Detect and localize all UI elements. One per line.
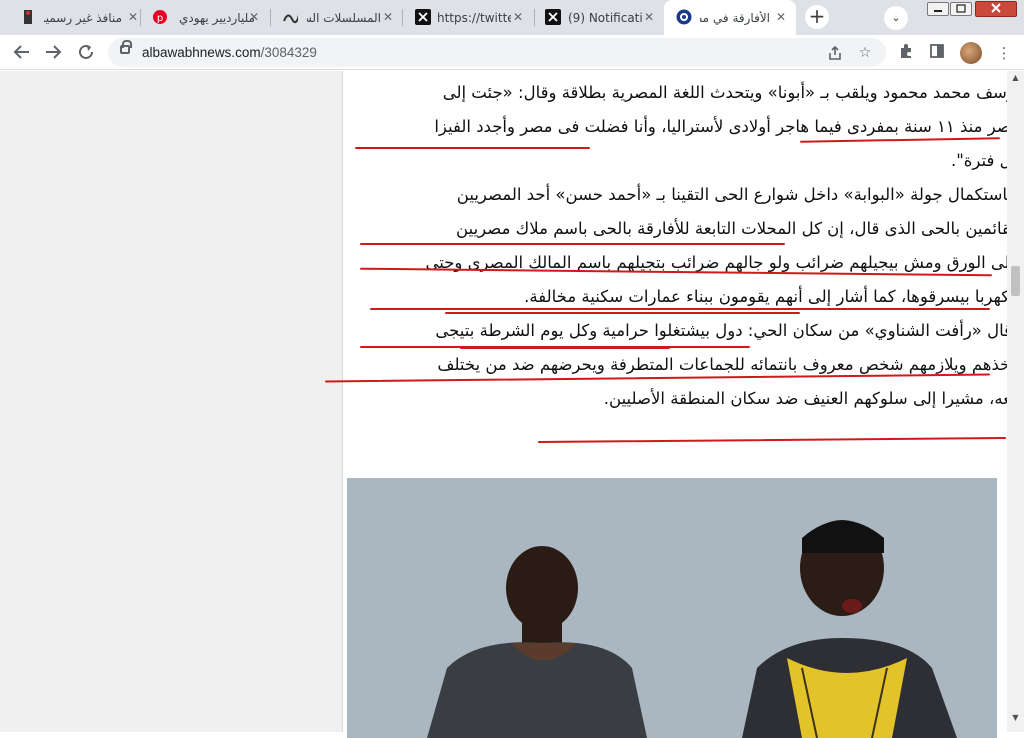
x-logo-icon bbox=[545, 9, 561, 25]
tab-title: مليارديير يهودي يـ bbox=[177, 10, 255, 25]
reload-button[interactable] bbox=[73, 39, 99, 65]
profile-avatar[interactable] bbox=[960, 42, 982, 64]
arrow-left-icon bbox=[13, 45, 29, 59]
red-underline bbox=[360, 243, 785, 245]
reload-icon bbox=[79, 44, 93, 59]
article-body: يوسف محمد محمود ويلقب بـ «أبونا» ويتحدث … bbox=[370, 76, 1020, 416]
site-logo-icon bbox=[282, 9, 298, 25]
url-host: albawabhnews.com bbox=[142, 45, 261, 60]
tab-africans-in-egypt[interactable]: الأفارقة في مصر ✕ bbox=[664, 0, 796, 35]
close-icon[interactable]: ✕ bbox=[128, 10, 138, 24]
tab-notifications[interactable]: (9) Notificati ✕ bbox=[535, 0, 663, 35]
browser-toolbar: albawabhnews.com/3084329 ☆ ⋮ bbox=[0, 35, 1024, 70]
tab-title: https://twitter bbox=[437, 10, 511, 25]
article-line: وباستكمال جولة «البوابة» داخل شوارع الحى… bbox=[456, 185, 1020, 204]
scrollbar-thumb[interactable] bbox=[1011, 266, 1020, 296]
window-close-button[interactable] bbox=[975, 1, 1017, 17]
new-tab-button[interactable]: + bbox=[805, 5, 829, 29]
chevron-down-icon: ⌄ bbox=[891, 11, 901, 24]
forward-button[interactable] bbox=[40, 39, 66, 65]
article-line: القائمين بالحى الذى قال، إن كل المحلات ا… bbox=[456, 219, 1020, 238]
tab-series[interactable]: المسلسلات السر ✕ bbox=[271, 0, 401, 35]
svg-text:p: p bbox=[157, 13, 163, 24]
red-underline bbox=[538, 436, 1006, 444]
article-line: يوسف محمد محمود ويلقب بـ «أبونا» ويتحدث … bbox=[442, 83, 1020, 102]
albawabh-icon bbox=[676, 9, 692, 25]
share-icon[interactable] bbox=[824, 42, 846, 64]
red-underline bbox=[370, 308, 990, 310]
tab-billionaire[interactable]: p مليارديير يهودي يـ ✕ bbox=[141, 0, 269, 35]
close-icon[interactable]: ✕ bbox=[249, 10, 259, 24]
close-icon[interactable]: ✕ bbox=[644, 10, 654, 24]
red-underline bbox=[460, 347, 670, 349]
lock-icon[interactable] bbox=[120, 40, 132, 54]
tab-search-button[interactable]: ⌄ bbox=[884, 6, 908, 30]
tab-title: المسلسلات السر bbox=[307, 10, 381, 25]
x-logo-icon bbox=[415, 9, 431, 25]
tab-title: (9) Notificati bbox=[568, 10, 643, 25]
article-line: معه، مشيرا إلى سلوكهم العنيف ضد سكان الم… bbox=[603, 389, 1020, 408]
page-content: يوسف محمد محمود ويلقب بـ «أبونا» ويتحدث … bbox=[0, 71, 1024, 738]
arrow-right-icon bbox=[46, 45, 62, 59]
side-panel-icon[interactable] bbox=[927, 43, 947, 63]
pinterest-icon: p bbox=[152, 9, 168, 25]
red-underline bbox=[445, 312, 800, 314]
minimize-button[interactable] bbox=[927, 2, 949, 16]
address-bar[interactable]: albawabhnews.com/3084329 ☆ bbox=[108, 38, 886, 67]
close-icon[interactable]: ✕ bbox=[383, 10, 393, 24]
tab-twitter[interactable]: https://twitter ✕ bbox=[403, 0, 533, 35]
page-scrollbar[interactable]: ▲ ▼ bbox=[1007, 71, 1024, 732]
article-line: وقال «رأفت الشناوي» من سكان الحي: دول بي… bbox=[435, 321, 1020, 340]
extensions-puzzle-icon[interactable] bbox=[896, 43, 916, 63]
kebab-menu-icon[interactable]: ⋮ bbox=[994, 43, 1014, 63]
bookmark-star-icon[interactable]: ☆ bbox=[854, 42, 876, 64]
url-path: /3084329 bbox=[260, 45, 317, 60]
tab-title: منافذ غير رسمية bbox=[44, 10, 122, 25]
close-icon[interactable]: ✕ bbox=[513, 10, 523, 24]
divider bbox=[342, 71, 343, 732]
restore-button[interactable] bbox=[950, 2, 972, 16]
tab-title: الأفارقة في مصر bbox=[700, 10, 770, 25]
red-underline bbox=[355, 147, 590, 149]
url-text[interactable]: albawabhnews.com/3084329 bbox=[142, 38, 317, 67]
article-line: كل فترة". bbox=[950, 151, 1020, 170]
document-icon bbox=[20, 9, 36, 25]
tab-unofficial-outlets[interactable]: منافذ غير رسمية ✕ bbox=[10, 0, 140, 35]
scroll-down-arrow[interactable]: ▼ bbox=[1007, 711, 1024, 725]
scroll-up-arrow[interactable]: ▲ bbox=[1007, 71, 1024, 85]
tab-strip: منافذ غير رسمية ✕ p مليارديير يهودي يـ ✕… bbox=[0, 0, 1024, 35]
close-icon[interactable]: ✕ bbox=[776, 10, 786, 24]
article-photo bbox=[347, 478, 997, 738]
back-button[interactable] bbox=[9, 39, 35, 65]
left-gutter bbox=[0, 71, 343, 732]
